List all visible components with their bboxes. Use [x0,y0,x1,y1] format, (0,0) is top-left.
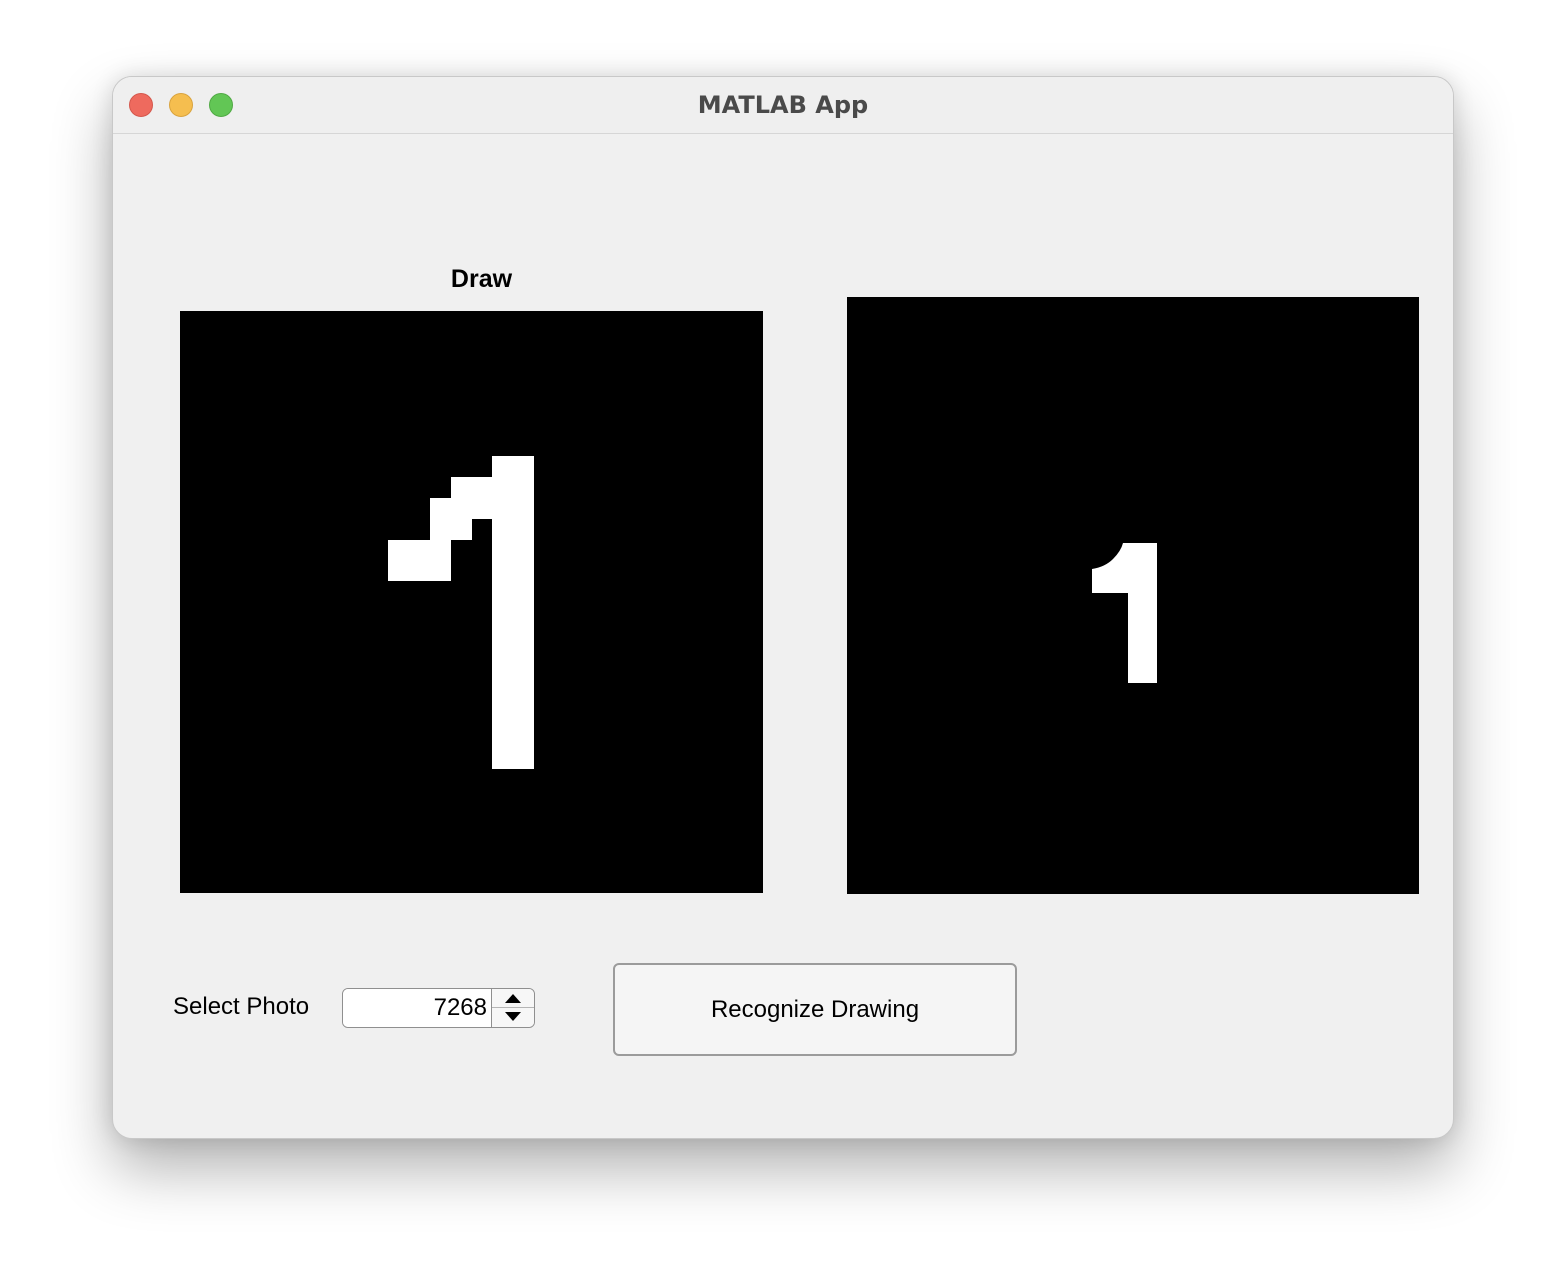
recognized-digit-glyph [1092,543,1157,683]
drawing-strokes [388,456,534,769]
select-photo-input[interactable] [343,989,493,1027]
drawing-canvas[interactable] [180,311,763,893]
stroke-pixel [492,456,534,769]
spinner-decrement-button[interactable] [492,1008,534,1027]
select-photo-spinner [342,988,535,1028]
recognized-digit-display [847,297,1419,894]
draw-label: Draw [450,265,513,293]
recognize-drawing-button[interactable]: Recognize Drawing [613,963,1017,1056]
chevron-down-icon [505,1012,521,1021]
stroke-pixel [430,498,472,540]
title-bar[interactable]: MATLAB App [113,77,1453,134]
spinner-buttons [491,989,534,1027]
stroke-pixel [388,540,451,581]
window-title: MATLAB App [697,91,869,119]
app-window: MATLAB App Draw Select Photo Recognize D… [112,76,1454,1139]
spinner-increment-button[interactable] [492,989,534,1008]
select-photo-label: Select Photo [173,993,310,1020]
digit-one-shape [1092,543,1157,683]
chevron-up-icon [505,994,521,1003]
